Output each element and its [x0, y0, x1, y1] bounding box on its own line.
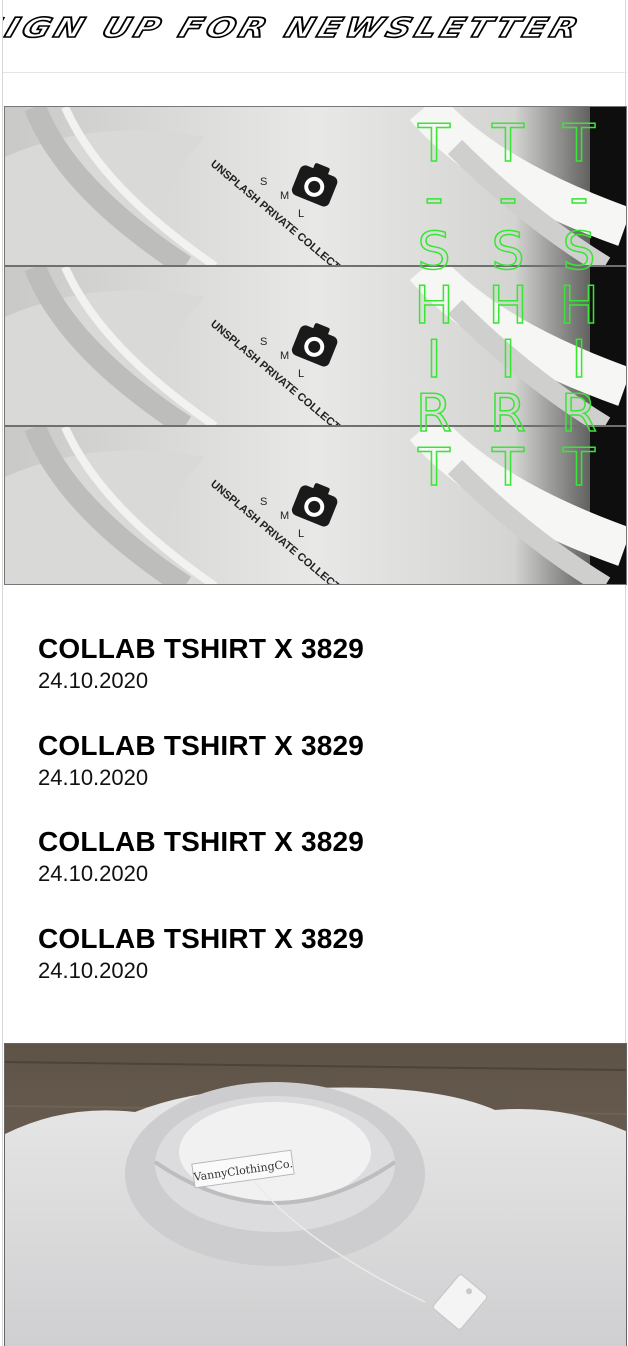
newsletter-marquee[interactable]: SIGN UP FOR NEWSLETTER: [3, 0, 627, 72]
tshirt-banner[interactable]: UNSPLASH PRIVATE COLLECTION S M L: [4, 106, 627, 585]
list-item[interactable]: COLLAB TSHIRT X 3829 24.10.2020: [38, 922, 598, 1019]
svg-text:M: M: [280, 350, 289, 362]
svg-text:L: L: [298, 368, 304, 380]
item-date: 24.10.2020: [38, 764, 149, 790]
svg-text:M: M: [280, 190, 289, 202]
tshirt-photo[interactable]: VannyClothingCo.: [4, 1043, 627, 1346]
list-item[interactable]: COLLAB TSHIRT X 3829 24.10.2020: [38, 632, 598, 729]
svg-text:S: S: [260, 176, 267, 188]
svg-text:S: S: [260, 336, 267, 348]
vertical-tshirt-word: T-SHIRT: [559, 114, 600, 498]
item-date: 24.10.2020: [38, 668, 149, 693]
item-date: 24.10.2020: [38, 861, 149, 886]
vertical-tshirt-word: T-SHIRT: [488, 114, 529, 498]
svg-text:L: L: [298, 208, 304, 220]
item-title[interactable]: COLLAB TSHIRT X 3829: [38, 825, 598, 859]
item-title[interactable]: COLLAB TSHIRT X 3829: [38, 922, 598, 956]
list-item[interactable]: COLLAB TSHIRT X 3829 24.10.2020: [38, 825, 598, 922]
divider: [3, 72, 627, 73]
newsletter-marquee-text[interactable]: SIGN UP FOR NEWSLETTER: [3, 11, 587, 45]
list-item[interactable]: COLLAB TSHIRT X 3829 24.10.2020: [38, 729, 598, 826]
tshirt-on-wood-image: VannyClothingCo.: [5, 1044, 626, 1346]
svg-text:L: L: [298, 528, 304, 540]
page: SIGN UP FOR NEWSLETTER S M L S M L S M L…: [2, 0, 627, 1346]
item-title[interactable]: COLLAB TSHIRT X 3829: [38, 632, 598, 666]
product-list: COLLAB TSHIRT X 3829 24.10.2020 COLLAB T…: [38, 632, 598, 1018]
svg-text:M: M: [280, 510, 289, 522]
svg-text:S: S: [260, 496, 267, 508]
item-title[interactable]: COLLAB TSHIRT X 3829: [38, 729, 598, 763]
item-date: 24.10.2020: [38, 957, 149, 983]
vertical-tshirt-word: T-SHIRT: [414, 114, 455, 498]
